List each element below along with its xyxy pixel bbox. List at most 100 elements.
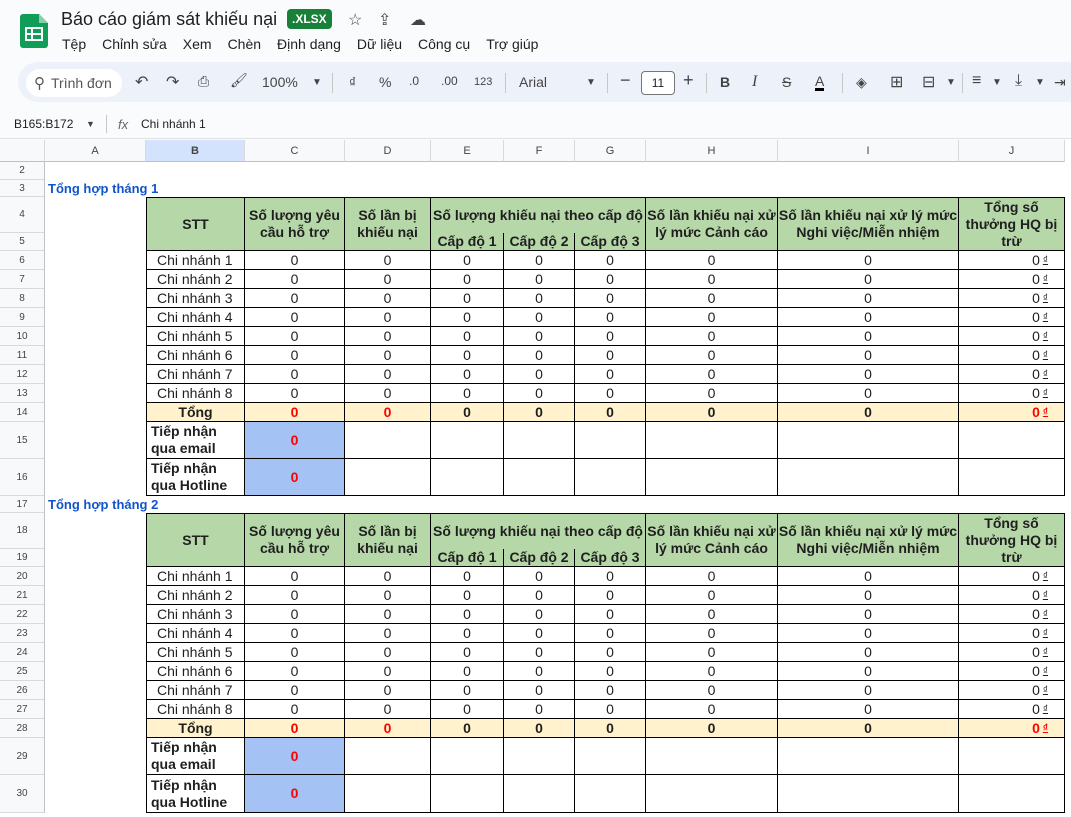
row-header-4[interactable]: 4 (0, 197, 45, 233)
cell-bonus[interactable]: 0 ₫ (959, 567, 1065, 586)
empty-cell[interactable] (345, 775, 431, 813)
cell-value-d[interactable]: 0 (345, 289, 431, 308)
cell-value-e[interactable]: 0 (431, 662, 504, 681)
cell-value-i[interactable]: 0 (778, 605, 959, 624)
cell-value-g[interactable]: 0 (575, 327, 646, 346)
name-box[interactable]: B165:B172 (14, 117, 73, 131)
cell-value-g[interactable]: 0 (575, 586, 646, 605)
cell-value-c[interactable]: 0 (245, 586, 345, 605)
bold-icon[interactable]: B (720, 74, 730, 90)
cell-value-g[interactable]: 0 (575, 662, 646, 681)
cell-bonus[interactable]: 0 ₫ (959, 346, 1065, 365)
cell-value-g[interactable]: 0 (575, 346, 646, 365)
branch-name[interactable]: Chi nhánh 3 (146, 605, 245, 624)
cell-value-e[interactable]: 0 (431, 700, 504, 719)
empty-cell[interactable] (431, 422, 504, 459)
cell-value-e[interactable]: 0 (431, 605, 504, 624)
row-header-13[interactable]: 13 (0, 384, 45, 403)
horizontal-align-icon[interactable]: ≡ (972, 72, 981, 90)
cell-value-e[interactable]: 0 (431, 346, 504, 365)
row-header-23[interactable]: 23 (0, 624, 45, 643)
cell-value-h[interactable]: 0 (646, 251, 778, 270)
cell-value-i[interactable]: 0 (778, 662, 959, 681)
cell-value-i[interactable]: 0 (778, 700, 959, 719)
row-header-11[interactable]: 11 (0, 346, 45, 365)
cell-value-h[interactable]: 0 (646, 605, 778, 624)
empty-cell[interactable] (431, 775, 504, 813)
empty-cell[interactable] (959, 775, 1065, 813)
row-header-3[interactable]: 3 (0, 180, 45, 197)
empty-cell[interactable] (646, 738, 778, 775)
empty-cell[interactable] (575, 775, 646, 813)
cell-value-i[interactable]: 0 (778, 681, 959, 700)
cell-value-d[interactable]: 0 (345, 624, 431, 643)
total-value-d[interactable]: 0 (345, 403, 431, 422)
paint-format-icon[interactable]: 🖌 (230, 72, 248, 89)
text-wrap-icon[interactable]: ⇥ (1054, 74, 1066, 91)
empty-cell[interactable] (778, 459, 959, 496)
cell-value-i[interactable]: 0 (778, 624, 959, 643)
currency-format-button[interactable]: ₫ (349, 74, 356, 90)
cell-value-i[interactable]: 0 (778, 384, 959, 403)
total-value-f[interactable]: 0 (504, 403, 575, 422)
cell-value-h[interactable]: 0 (646, 681, 778, 700)
branch-name[interactable]: Chi nhánh 3 (146, 289, 245, 308)
cell-value-d[interactable]: 0 (345, 384, 431, 403)
hotline-label[interactable]: Tiếp nhận qua Hotline (146, 775, 245, 813)
cell-value-e[interactable]: 0 (431, 327, 504, 346)
row-header-27[interactable]: 27 (0, 700, 45, 719)
branch-name[interactable]: Chi nhánh 4 (146, 308, 245, 327)
cell-value-c[interactable]: 0 (245, 567, 345, 586)
total-value-i[interactable]: 0 (778, 719, 959, 738)
cell-value-g[interactable]: 0 (575, 251, 646, 270)
branch-name[interactable]: Chi nhánh 8 (146, 700, 245, 719)
cell-value-f[interactable]: 0 (504, 681, 575, 700)
branch-name[interactable]: Chi nhánh 6 (146, 346, 245, 365)
branch-name[interactable]: Chi nhánh 5 (146, 327, 245, 346)
empty-cell[interactable] (959, 422, 1065, 459)
cell-value-e[interactable]: 0 (431, 308, 504, 327)
cell-value-h[interactable]: 0 (646, 662, 778, 681)
cell-value-d[interactable]: 0 (345, 643, 431, 662)
cell-value-i[interactable]: 0 (778, 643, 959, 662)
font-family-select[interactable]: Arial (519, 74, 547, 90)
total-value-c[interactable]: 0 (245, 403, 345, 422)
empty-cell[interactable] (504, 775, 575, 813)
branch-name[interactable]: Chi nhánh 2 (146, 270, 245, 289)
column-header-h[interactable]: H (646, 140, 778, 162)
branch-name[interactable]: Chi nhánh 1 (146, 567, 245, 586)
menu-data[interactable]: Dữ liệu (357, 36, 402, 52)
empty-cell[interactable] (646, 422, 778, 459)
empty-cell[interactable] (778, 422, 959, 459)
cell-value-c[interactable]: 0 (245, 662, 345, 681)
hotline-label[interactable]: Tiếp nhận qua Hotline (146, 459, 245, 496)
cell-value-e[interactable]: 0 (431, 624, 504, 643)
percent-format-button[interactable]: % (379, 74, 391, 90)
zoom-select[interactable]: 100% (262, 74, 298, 90)
total-value-g[interactable]: 0 (575, 403, 646, 422)
total-value-i[interactable]: 0 (778, 403, 959, 422)
cell-bonus[interactable]: 0 ₫ (959, 384, 1065, 403)
cell-value-c[interactable]: 0 (245, 365, 345, 384)
cell-value-h[interactable]: 0 (646, 346, 778, 365)
empty-cell[interactable] (575, 422, 646, 459)
cell-value-i[interactable]: 0 (778, 251, 959, 270)
cell-bonus[interactable]: 0 ₫ (959, 270, 1065, 289)
italic-icon[interactable]: I (752, 73, 757, 91)
row-header-30[interactable]: 30 (0, 775, 45, 813)
cell-value-c[interactable]: 0 (245, 270, 345, 289)
cell-value-f[interactable]: 0 (504, 270, 575, 289)
cell-value-h[interactable]: 0 (646, 624, 778, 643)
cell-value-c[interactable]: 0 (245, 643, 345, 662)
row-header-6[interactable]: 6 (0, 251, 45, 270)
branch-name[interactable]: Chi nhánh 7 (146, 365, 245, 384)
total-label[interactable]: Tổng (146, 719, 245, 738)
branch-name[interactable]: Chi nhánh 8 (146, 384, 245, 403)
cell-value-e[interactable]: 0 (431, 270, 504, 289)
row-header-15[interactable]: 15 (0, 422, 45, 459)
cell-value-g[interactable]: 0 (575, 289, 646, 308)
cell-value-d[interactable]: 0 (345, 567, 431, 586)
total-value-f[interactable]: 0 (504, 719, 575, 738)
cell-value-f[interactable]: 0 (504, 289, 575, 308)
cell-value-c[interactable]: 0 (245, 308, 345, 327)
